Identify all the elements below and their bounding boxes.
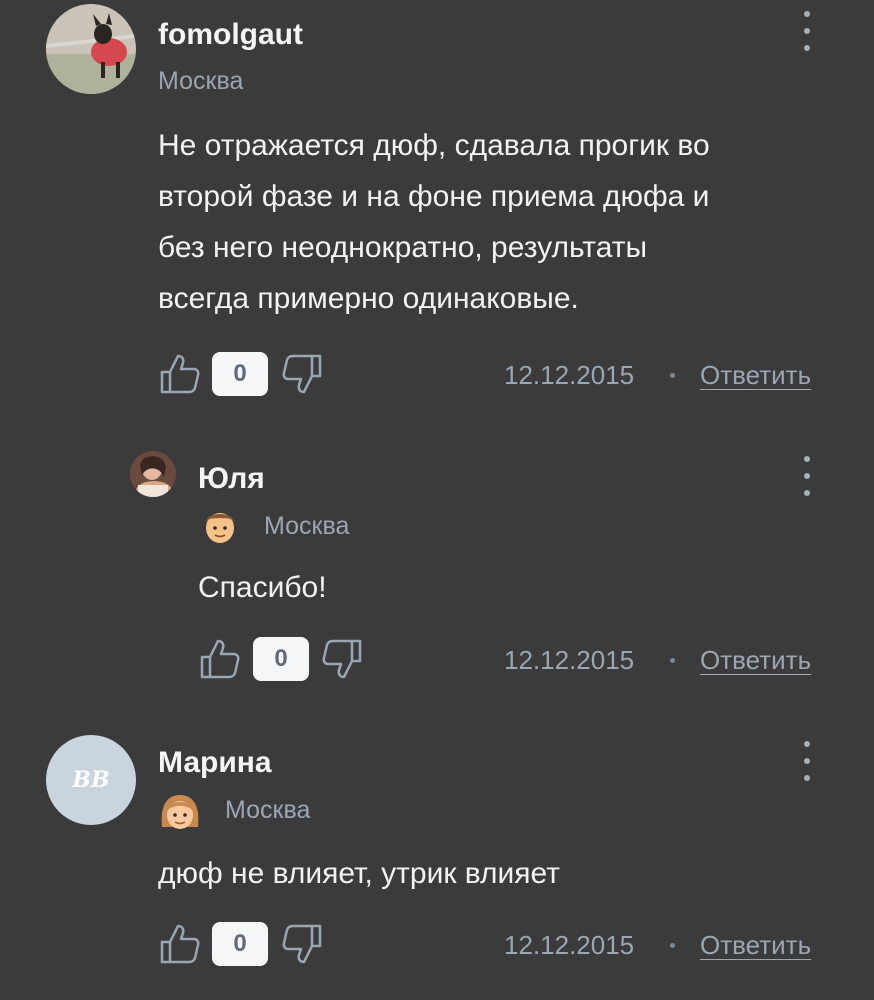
comment-date: 12.12.2015 bbox=[504, 645, 635, 675]
avatar-initials: ВВ bbox=[72, 767, 110, 793]
separator-dot bbox=[670, 658, 675, 663]
like-count: 0 bbox=[212, 922, 268, 966]
comment-date: 12.12.2015 bbox=[504, 930, 635, 960]
comment-city: Москва bbox=[225, 796, 311, 824]
comment-date: 12.12.2015 bbox=[504, 360, 635, 390]
reply-link[interactable]: Ответить bbox=[700, 647, 811, 673]
comment-text: Спасибо! bbox=[198, 571, 327, 604]
thumbs-down-icon[interactable] bbox=[320, 637, 364, 681]
separator-dot bbox=[670, 943, 675, 948]
thumbs-up-icon[interactable] bbox=[198, 637, 242, 681]
comment-text: Не отражается дюф, сдавала прогик во вто… bbox=[158, 129, 710, 315]
comment-city: Москва bbox=[158, 67, 244, 95]
comment-author[interactable]: Марина bbox=[158, 748, 272, 778]
more-options-icon[interactable] bbox=[800, 11, 814, 51]
user-avatar[interactable] bbox=[46, 4, 136, 94]
more-options-icon[interactable] bbox=[800, 741, 814, 781]
thumbs-down-icon[interactable] bbox=[280, 352, 324, 396]
comment-author[interactable]: fomolgaut bbox=[158, 20, 303, 50]
comment-actions: 0 12.12.2015 Ответить bbox=[0, 922, 874, 970]
thumbs-up-icon[interactable] bbox=[158, 352, 202, 396]
thumbs-up-icon[interactable] bbox=[158, 922, 202, 966]
woman-avatar-image bbox=[130, 451, 176, 497]
comment-author[interactable]: Юля bbox=[198, 464, 265, 494]
girl-face-emoji-icon bbox=[161, 795, 199, 829]
comments-thread: fomolgaut Москва Не отражается дюф, сдав… bbox=[0, 0, 874, 1000]
comment-city: Москва bbox=[264, 512, 350, 540]
comment-text: дюф не влияет, утрик влияет bbox=[158, 857, 560, 890]
comment-actions: 0 12.12.2015 Ответить bbox=[0, 352, 874, 400]
more-options-icon[interactable] bbox=[800, 456, 814, 496]
user-avatar[interactable] bbox=[130, 451, 176, 497]
thumbs-down-icon[interactable] bbox=[280, 922, 324, 966]
user-avatar[interactable]: ВВ bbox=[46, 735, 136, 825]
reply-link[interactable]: Ответить bbox=[700, 362, 811, 388]
comment-actions: 0 12.12.2015 Ответить bbox=[0, 637, 874, 685]
reply-link[interactable]: Ответить bbox=[700, 932, 811, 958]
boy-face-emoji-icon bbox=[206, 513, 234, 543]
dog-avatar-image bbox=[46, 4, 136, 94]
like-count: 0 bbox=[253, 637, 309, 681]
like-count: 0 bbox=[212, 352, 268, 396]
separator-dot bbox=[670, 373, 675, 378]
